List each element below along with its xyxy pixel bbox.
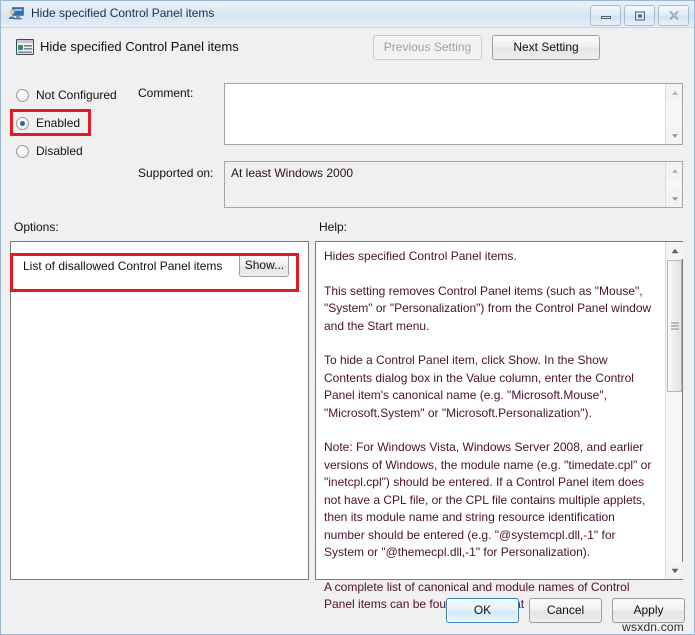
radio-enabled[interactable]: Enabled bbox=[16, 116, 80, 130]
window-controls bbox=[590, 5, 689, 26]
setting-header: Hide specified Control Panel items Previ… bbox=[2, 29, 693, 75]
minimize-icon[interactable] bbox=[590, 5, 621, 26]
radio-label-not-configured: Not Configured bbox=[36, 88, 117, 102]
help-scroll-thumb[interactable] bbox=[667, 260, 682, 392]
radio-not-configured[interactable]: Not Configured bbox=[16, 88, 117, 102]
radio-label-disabled: Disabled bbox=[36, 144, 83, 158]
radio-label-enabled: Enabled bbox=[36, 116, 81, 130]
supported-on-scrollbar[interactable] bbox=[665, 162, 682, 207]
show-button[interactable]: Show... bbox=[239, 254, 290, 277]
comment-label: Comment: bbox=[138, 86, 194, 100]
scroll-down-icon[interactable] bbox=[666, 127, 682, 144]
radio-circle-enabled[interactable] bbox=[16, 116, 29, 130]
help-panel: Hides specified Control Panel items. Thi… bbox=[315, 241, 683, 611]
supported-on-value: At least Windows 2000 bbox=[231, 166, 354, 180]
help-label: Help: bbox=[319, 220, 348, 234]
help-scrollbar[interactable] bbox=[665, 242, 683, 579]
supported-on-label: Supported on: bbox=[138, 166, 214, 180]
cancel-button[interactable]: Cancel bbox=[529, 598, 602, 623]
window-title: Hide specified Control Panel items bbox=[31, 6, 215, 20]
options-panel: List of disallowed Control Panel items S… bbox=[10, 241, 309, 580]
comment-textbox[interactable] bbox=[224, 83, 683, 145]
setting-window-icon bbox=[15, 37, 35, 57]
radio-disabled[interactable]: Disabled bbox=[16, 144, 83, 158]
scroll-grip-icon bbox=[670, 322, 679, 330]
setting-title: Hide specified Control Panel items bbox=[40, 39, 239, 54]
comment-scrollbar[interactable] bbox=[665, 84, 682, 144]
radio-circle-not-configured[interactable] bbox=[16, 88, 29, 102]
help-text-content: Hides specified Control Panel items. Thi… bbox=[324, 248, 657, 614]
disallowed-items-label: List of disallowed Control Panel items bbox=[23, 258, 223, 273]
scroll-up-icon[interactable] bbox=[666, 242, 683, 259]
maximize-icon[interactable] bbox=[624, 5, 655, 26]
help-paragraph-1: Hides specified Control Panel items. bbox=[324, 249, 517, 263]
scroll-down-icon[interactable] bbox=[666, 562, 683, 579]
radio-circle-disabled[interactable] bbox=[16, 144, 29, 158]
supported-on-textbox[interactable]: At least Windows 2000 bbox=[224, 161, 683, 208]
title-bar: Hide specified Control Panel items bbox=[1, 1, 694, 28]
navigation-buttons: Previous Setting Next Setting bbox=[373, 35, 600, 60]
disallowed-items-row: List of disallowed Control Panel items S… bbox=[23, 254, 290, 277]
policy-monitor-icon bbox=[8, 6, 25, 22]
help-paragraph-3: To hide a Control Panel item, click Show… bbox=[324, 353, 634, 420]
options-label: Options: bbox=[14, 220, 59, 234]
close-icon[interactable] bbox=[658, 5, 689, 26]
watermark: wsxdn.com bbox=[622, 620, 684, 634]
scroll-up-icon[interactable] bbox=[666, 84, 682, 101]
scroll-down-icon[interactable] bbox=[666, 190, 682, 207]
next-setting-button[interactable]: Next Setting bbox=[492, 35, 600, 60]
ok-button[interactable]: OK bbox=[446, 598, 519, 623]
previous-setting-button[interactable]: Previous Setting bbox=[373, 35, 482, 60]
state-and-metadata-area: Not Configured Enabled Disabled Comment:… bbox=[2, 75, 693, 216]
group-policy-setting-dialog: Hide specified Control Panel items Hide … bbox=[0, 0, 695, 635]
help-paragraph-4: Note: For Windows Vista, Windows Server … bbox=[324, 440, 652, 559]
scroll-up-icon[interactable] bbox=[666, 162, 682, 179]
help-paragraph-2: This setting removes Control Panel items… bbox=[324, 283, 652, 333]
